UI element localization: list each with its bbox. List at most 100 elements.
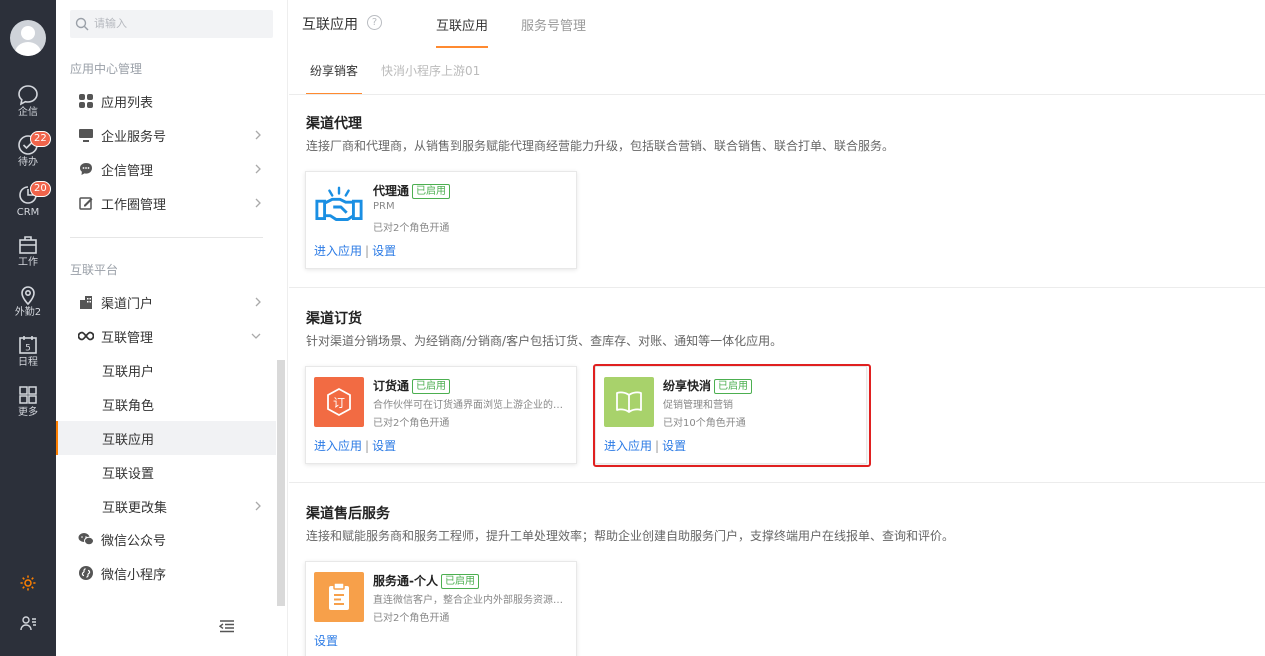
app-card-service: 服务通-个人已启用 直连微信客户，整合企业内外部服务资源，实现服务全流程管理 已… xyxy=(305,561,577,656)
app-role-count: 已对2个角色开通 xyxy=(373,418,450,429)
monitor-icon xyxy=(78,127,94,143)
chevron-right-icon xyxy=(255,164,261,174)
app-name-text: 代理通 xyxy=(373,184,410,198)
main-content: 互联应用 ? 互联应用 服务号管理 纷享销客 快消小程序上游01 渠道代理 连接… xyxy=(289,0,1265,656)
sidebar-item-label: 微信公众号 xyxy=(101,533,167,549)
sidebar-scrollbar[interactable] xyxy=(277,360,285,606)
settings-link[interactable]: 设置 xyxy=(372,244,396,258)
gear-icon xyxy=(20,575,36,591)
clipboard-icon xyxy=(314,572,364,622)
sidebar-item-interconnect-changesets[interactable]: 互联更改集 xyxy=(56,489,276,523)
avatar[interactable] xyxy=(10,20,46,56)
sidebar-item-channel-portal[interactable]: 渠道门户 xyxy=(56,285,276,319)
app-description: 合作伙伴可在订货通界面浏览上游企业的商品 xyxy=(373,400,571,411)
settings-link[interactable]: 设置 xyxy=(314,634,338,648)
location-pin-icon xyxy=(21,286,35,306)
sidebar-item-label: 企信管理 xyxy=(101,163,154,179)
rail-item-crm[interactable]: 20 CRM xyxy=(0,181,56,226)
rail-item-todo[interactable]: 22 待办 xyxy=(0,131,56,176)
app-name-text: 服务通-个人 xyxy=(373,574,438,588)
search-icon xyxy=(75,17,89,31)
group-label-interconnect: 互联平台 xyxy=(70,263,119,277)
handshake-icon xyxy=(314,182,364,232)
todo-count-badge: 22 xyxy=(30,131,51,147)
tab-service-account[interactable]: 服务号管理 xyxy=(521,15,586,34)
rail-label: 外勤2 xyxy=(14,307,42,318)
sidebar-item-wechat-official[interactable]: 微信公众号 xyxy=(56,522,276,556)
app-card-prm: 代理通 已启用 PRM 已对2个角色开通 进入应用 | 设置 xyxy=(305,171,577,269)
sidebar-item-label: 互联管理 xyxy=(101,330,154,346)
collapse-menu-icon xyxy=(218,620,234,633)
order-icon-glyph: 订 xyxy=(333,396,345,410)
calendar-day: 5 xyxy=(25,344,31,354)
collapse-sidebar-button[interactable] xyxy=(218,619,235,636)
enter-app-link[interactable]: 进入应用 xyxy=(314,439,362,453)
rail-settings-button[interactable] xyxy=(0,568,56,598)
section-description: 连接厂商和代理商，从销售到服务赋能代理商经营能力升级，包括联合营销、联合销售、联… xyxy=(306,139,895,153)
sidebar-item-enterprise-service[interactable]: 企业服务号 xyxy=(56,118,276,152)
sidebar-item-work-circle[interactable]: 工作圈管理 xyxy=(56,186,276,220)
app-name: 服务通-个人 已启用 xyxy=(373,572,479,589)
status-badge: 已启用 xyxy=(412,184,451,199)
subtab-fxiaoke[interactable]: 纷享销客 xyxy=(305,62,363,95)
sidebar-item-app-list[interactable]: 应用列表 xyxy=(56,84,276,118)
page-title: 互联应用 xyxy=(302,17,358,33)
calendar-icon: 5 xyxy=(19,336,37,354)
sidebar-item-interconnect-apps[interactable]: 互联应用 xyxy=(56,421,276,455)
settings-link[interactable]: 设置 xyxy=(372,439,396,453)
order-icon: 订 xyxy=(314,377,364,427)
sidebar-item-label: 微信小程序 xyxy=(101,567,167,583)
enter-app-link[interactable]: 进入应用 xyxy=(314,244,362,258)
subtab-fmcg-mini-program[interactable]: 快消小程序上游01 xyxy=(381,62,480,79)
sidebar-item-label: 互联用户 xyxy=(102,364,155,380)
sidebar-item-interconnect-roles[interactable]: 互联角色 xyxy=(56,387,276,421)
app-description: 直连微信客户，整合企业内外部服务资源，实现服务全流程管理 xyxy=(373,595,571,606)
chevron-right-icon xyxy=(255,297,261,307)
section-title: 渠道代理 xyxy=(306,116,362,132)
briefcase-icon xyxy=(19,236,37,254)
sidebar-item-label: 互联更改集 xyxy=(102,500,168,516)
chat-bubble-icon xyxy=(18,85,38,106)
admin-sidebar: 应用中心管理 应用列表 企业服务号 企信管理 工作圈管理 互联平台 渠道门户 互… xyxy=(56,0,288,656)
section-divider xyxy=(289,287,1265,288)
rail-item-qixin[interactable]: 企信 xyxy=(0,84,56,126)
app-name: 代理通 已启用 xyxy=(373,182,451,199)
selection-highlight xyxy=(593,364,871,467)
sidebar-item-label: 渠道门户 xyxy=(101,296,154,312)
sidebar-item-label: 互联应用 xyxy=(102,432,155,448)
rail-item-calendar[interactable]: 5 日程 xyxy=(0,334,56,376)
section-divider xyxy=(289,482,1265,483)
sidebar-item-qixin-manage[interactable]: 企信管理 xyxy=(56,152,276,186)
rail-label: 更多 xyxy=(18,407,38,418)
rail-item-field[interactable]: 外勤2 xyxy=(0,284,56,326)
action-separator: | xyxy=(365,244,370,258)
edit-icon xyxy=(78,195,94,211)
rail-label: 日程 xyxy=(18,357,38,368)
tab-interconnect-apps[interactable]: 互联应用 xyxy=(436,15,489,48)
sidebar-item-wechat-mini[interactable]: 微信小程序 xyxy=(56,556,276,590)
app-card-order: 订 订货通 已启用 合作伙伴可在订货通界面浏览上游企业的商品 已对2个角色开通 进… xyxy=(305,366,577,464)
app-role-count: 已对2个角色开通 xyxy=(373,613,450,624)
chevron-down-icon xyxy=(251,333,261,339)
app-actions: 进入应用 | 设置 xyxy=(314,437,396,454)
sidebar-item-interconnect-settings[interactable]: 互联设置 xyxy=(56,455,276,489)
chevron-right-icon xyxy=(255,198,261,208)
app-name-text: 订货通 xyxy=(373,379,410,393)
rail-item-more[interactable]: 更多 xyxy=(0,384,56,426)
infinity-icon xyxy=(78,328,94,344)
apps-icon xyxy=(78,93,94,109)
section-description: 连接和赋能服务商和服务工程师，提升工单处理效率；帮助企业创建自助服务门户，支撑终… xyxy=(306,529,955,543)
search-box xyxy=(70,10,273,38)
search-input[interactable] xyxy=(94,14,264,34)
section-description: 针对渠道分销场景、为经销商/分销商/客户包括订货、查库存、对账、通知等一体化应用… xyxy=(306,334,783,348)
rail-item-work[interactable]: 工作 xyxy=(0,234,56,276)
help-icon[interactable]: ? xyxy=(367,15,382,30)
sidebar-item-interconnect-users[interactable]: 互联用户 xyxy=(56,353,276,387)
section-title: 渠道售后服务 xyxy=(306,506,390,522)
sidebar-item-label: 工作圈管理 xyxy=(101,197,167,213)
status-badge: 已启用 xyxy=(440,574,479,589)
rail-user-list-button[interactable] xyxy=(0,608,56,638)
rail-label: 待办 xyxy=(18,157,38,168)
sidebar-divider xyxy=(70,237,263,238)
sidebar-item-interconnect-manage[interactable]: 互联管理 xyxy=(56,319,276,353)
